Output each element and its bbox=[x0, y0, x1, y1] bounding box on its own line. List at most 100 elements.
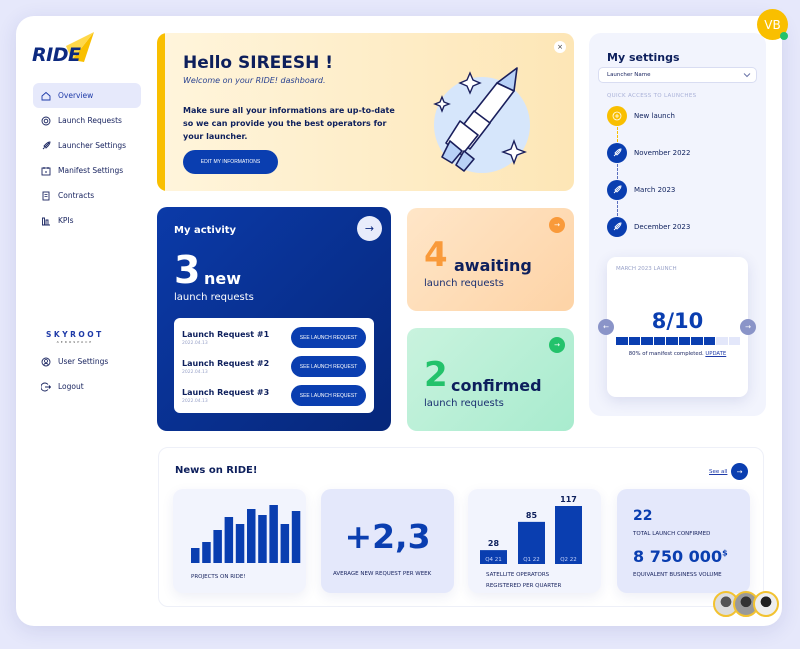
quick-launch-label: March 2023 bbox=[634, 186, 676, 194]
request-date: 2022.04.13 bbox=[182, 398, 208, 404]
satellite-operators-tile: 28 Q4 21 85 Q1 22 117 Q2 22 SATELLITE OPERATO… bbox=[468, 489, 601, 593]
total-launches-value: 22 bbox=[633, 508, 653, 524]
team-avatars[interactable] bbox=[713, 591, 779, 617]
timeline-dot bbox=[607, 180, 627, 200]
request-name: Launch Request #2 bbox=[182, 358, 270, 368]
launcher-select[interactable]: Launcher Name bbox=[598, 67, 757, 83]
projects-bar bbox=[224, 517, 234, 563]
welcome-banner: Hello SIREESH ! Welcome on your RIDE! da… bbox=[157, 33, 574, 191]
business-volume-caption: EQUIVALENT BUSINESS VOLUME bbox=[633, 572, 722, 578]
launch-progress-card: MARCH 2023 LAUNCH 8/10 80% of manifest c… bbox=[607, 257, 748, 397]
progress-segment bbox=[628, 337, 640, 345]
logo-text: RIDE bbox=[32, 44, 81, 66]
sidebar-item-overview[interactable]: Overview bbox=[33, 83, 141, 108]
request-name: Launch Request #1 bbox=[182, 329, 270, 339]
sidebar-item-label: KPIs bbox=[58, 216, 74, 225]
satellite-caption-1: SATELLITE OPERATORS bbox=[486, 572, 550, 578]
progress-segment bbox=[703, 337, 715, 345]
sidebar-item-launch-requests[interactable]: Launch Requests bbox=[33, 108, 141, 133]
satellite-bar-label: Q1 22 bbox=[523, 557, 540, 563]
projects-bar-chart bbox=[191, 505, 301, 563]
progress-segment bbox=[666, 337, 678, 345]
launch-request-row: Launch Request #2 2022.04.13 SEE LAUNCH RE… bbox=[182, 352, 366, 381]
manifest-fraction: 8/10 bbox=[651, 309, 704, 333]
progress-text-row: 80% of manifest completed. UPDATE bbox=[607, 351, 748, 357]
quick-launch-new-launch[interactable]: New launch bbox=[607, 106, 690, 142]
bar-chart-icon bbox=[42, 217, 50, 225]
arrow-left-icon[interactable]: ← bbox=[598, 319, 614, 335]
new-requests-count: 3 bbox=[174, 248, 201, 292]
totals-tile: 22 TOTAL LAUNCH CONFIRMED 8 750 000$ EQU… bbox=[617, 489, 750, 593]
sidebar-item-label: Overview bbox=[58, 91, 94, 100]
launch-card-label: MARCH 2023 LAUNCH bbox=[616, 266, 677, 272]
banner-message: Make sure all your informations are up-t… bbox=[183, 106, 395, 141]
projects-bar bbox=[213, 530, 222, 563]
confirmed-requests-card[interactable]: → 2 confirmed launch requests bbox=[407, 328, 574, 431]
progress-segment bbox=[728, 337, 740, 345]
sidebar-item-contracts[interactable]: Contracts bbox=[33, 183, 141, 208]
my-activity-card: My activity → 3 new launch requests Laun… bbox=[157, 207, 391, 431]
progress-segment bbox=[691, 337, 703, 345]
arrow-right-icon[interactable]: → bbox=[549, 217, 565, 233]
quick-launch-november-2022[interactable]: November 2022 bbox=[607, 143, 690, 179]
close-icon[interactable]: × bbox=[554, 41, 566, 53]
manifest-progress-bar bbox=[616, 337, 740, 345]
sidebar-item-kpis[interactable]: KPIs bbox=[33, 208, 141, 233]
launch-request-row: Launch Request #1 2022.04.13 SEE LAUNCH RE… bbox=[182, 323, 366, 352]
rocket-icon bbox=[42, 141, 51, 149]
ride-logo[interactable]: RIDE bbox=[32, 32, 102, 72]
launcher-select-value: Launcher Name bbox=[607, 72, 651, 78]
new-requests-sub: launch requests bbox=[174, 292, 254, 303]
partner-name: SKYROOT bbox=[46, 330, 104, 339]
news-title: News on RIDE! bbox=[175, 465, 258, 476]
update-link[interactable]: UPDATE bbox=[705, 351, 726, 357]
request-info: Launch Request #2 2022.04.13 bbox=[182, 359, 269, 375]
progress-segment bbox=[616, 337, 628, 345]
quick-launch-december-2023[interactable]: December 2023 bbox=[607, 217, 690, 237]
see-all-link[interactable]: See all bbox=[709, 469, 727, 475]
team-member-avatar[interactable] bbox=[753, 591, 779, 617]
rocket-icon bbox=[613, 222, 622, 231]
projects-bar bbox=[235, 524, 245, 563]
edit-informations-button[interactable]: EDIT MY INFORMATIONS bbox=[183, 150, 278, 174]
projects-caption: PROJECTS ON RIDE! bbox=[191, 574, 246, 580]
sidebar-item-label: Logout bbox=[58, 382, 84, 391]
arrow-right-icon[interactable]: → bbox=[731, 463, 748, 480]
average-caption: AVERAGE NEW REQUEST PER WEEK bbox=[333, 571, 432, 577]
logout-icon bbox=[41, 382, 51, 391]
average-value: +2,3 bbox=[344, 517, 431, 556]
partner-logo: SKYROOT AEROSPACE bbox=[46, 330, 104, 344]
sidebar-item-launcher-settings[interactable]: Launcher Settings bbox=[33, 133, 141, 158]
arrow-right-icon[interactable]: → bbox=[549, 337, 565, 353]
awaiting-sub: launch requests bbox=[424, 278, 504, 289]
awaiting-requests-card[interactable]: → 4 awaiting launch requests bbox=[407, 208, 574, 311]
projects-bar bbox=[202, 542, 211, 563]
progress-segment bbox=[716, 337, 728, 345]
settings-title: My settings bbox=[607, 51, 680, 64]
timeline-dot bbox=[607, 143, 627, 163]
see-launch-request-button[interactable]: SEE LAUNCH REQUEST bbox=[291, 327, 366, 348]
request-date: 2022.04.13 bbox=[182, 340, 208, 346]
confirmed-sub: launch requests bbox=[424, 398, 504, 409]
partner-sub: AEROSPACE bbox=[56, 340, 94, 344]
currency-symbol: $ bbox=[722, 548, 728, 558]
launch-request-row: Launch Request #3 2022.04.13 SEE LAUNCH RE… bbox=[182, 381, 366, 410]
see-launch-request-button[interactable]: SEE LAUNCH REQUEST bbox=[291, 356, 366, 377]
sidebar-item-manifest-settings[interactable]: Manifest Settings bbox=[33, 158, 141, 183]
greeting-title: Hello SIREESH ! bbox=[183, 53, 334, 73]
sidebar-item-user-settings[interactable]: User Settings bbox=[33, 349, 141, 374]
arrow-right-icon[interactable]: → bbox=[740, 319, 756, 335]
satellite-bar-value: 28 bbox=[488, 539, 500, 548]
quick-launch-march-2023[interactable]: March 2023 bbox=[607, 180, 690, 216]
see-launch-request-button[interactable]: SEE LAUNCH REQUEST bbox=[291, 385, 366, 406]
satellite-bar-chart: 28 Q4 21 85 Q1 22 117 Q2 22 bbox=[480, 495, 582, 564]
online-status-dot bbox=[780, 32, 788, 40]
request-info: Launch Request #3 2022.04.13 bbox=[182, 388, 269, 404]
business-volume-value: 8 750 000$ bbox=[633, 547, 728, 566]
arrow-right-icon[interactable]: → bbox=[357, 216, 382, 241]
average-requests-tile: +2,3 AVERAGE NEW REQUEST PER WEEK bbox=[321, 489, 454, 593]
sidebar-item-label: Launch Requests bbox=[58, 116, 122, 125]
sidebar-item-logout[interactable]: Logout bbox=[33, 374, 141, 399]
user-icon bbox=[41, 357, 51, 366]
volume-number: 8 750 000 bbox=[633, 547, 723, 566]
